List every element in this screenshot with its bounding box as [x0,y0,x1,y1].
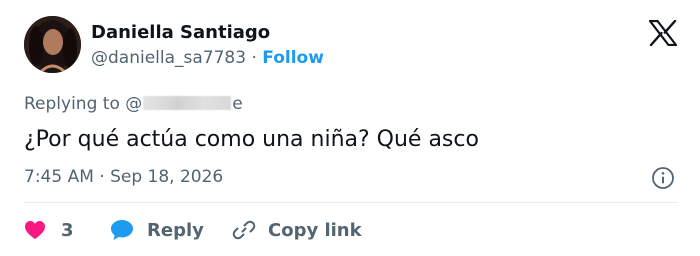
heart-icon [25,221,45,239]
follow-button[interactable]: Follow [262,48,324,68]
author-handle-row: @daniella_sa7783 · Follow [91,48,324,68]
replying-to: Replying to @ e [24,94,243,114]
tweet-text: ¿Por qué actúa como una niña? Qué asco [24,127,479,152]
link-icon [232,220,256,240]
avatar-image [24,16,81,73]
handle-separator: · [251,48,257,68]
replying-prefix: Replying to @ [24,94,143,114]
avatar[interactable] [24,16,81,73]
like-count: 3 [61,219,74,241]
speech-bubble-icon [111,220,133,240]
reply-label: Reply [147,219,204,241]
divider [24,202,678,203]
like-button[interactable]: 3 [24,215,74,245]
author-name[interactable]: Daniella Santiago [91,22,270,43]
x-logo-icon[interactable] [649,20,677,46]
tweet-timestamp[interactable]: 7:45 AM · Sep 18, 2026 [24,167,223,187]
replying-suffix: e [232,94,243,114]
copy-link-button[interactable]: Copy link [232,215,362,245]
copy-link-label: Copy link [268,219,362,241]
author-handle[interactable]: @daniella_sa7783 [91,48,246,68]
redacted-username [143,96,232,110]
reply-button[interactable]: Reply [110,215,204,245]
info-icon[interactable] [651,166,675,190]
